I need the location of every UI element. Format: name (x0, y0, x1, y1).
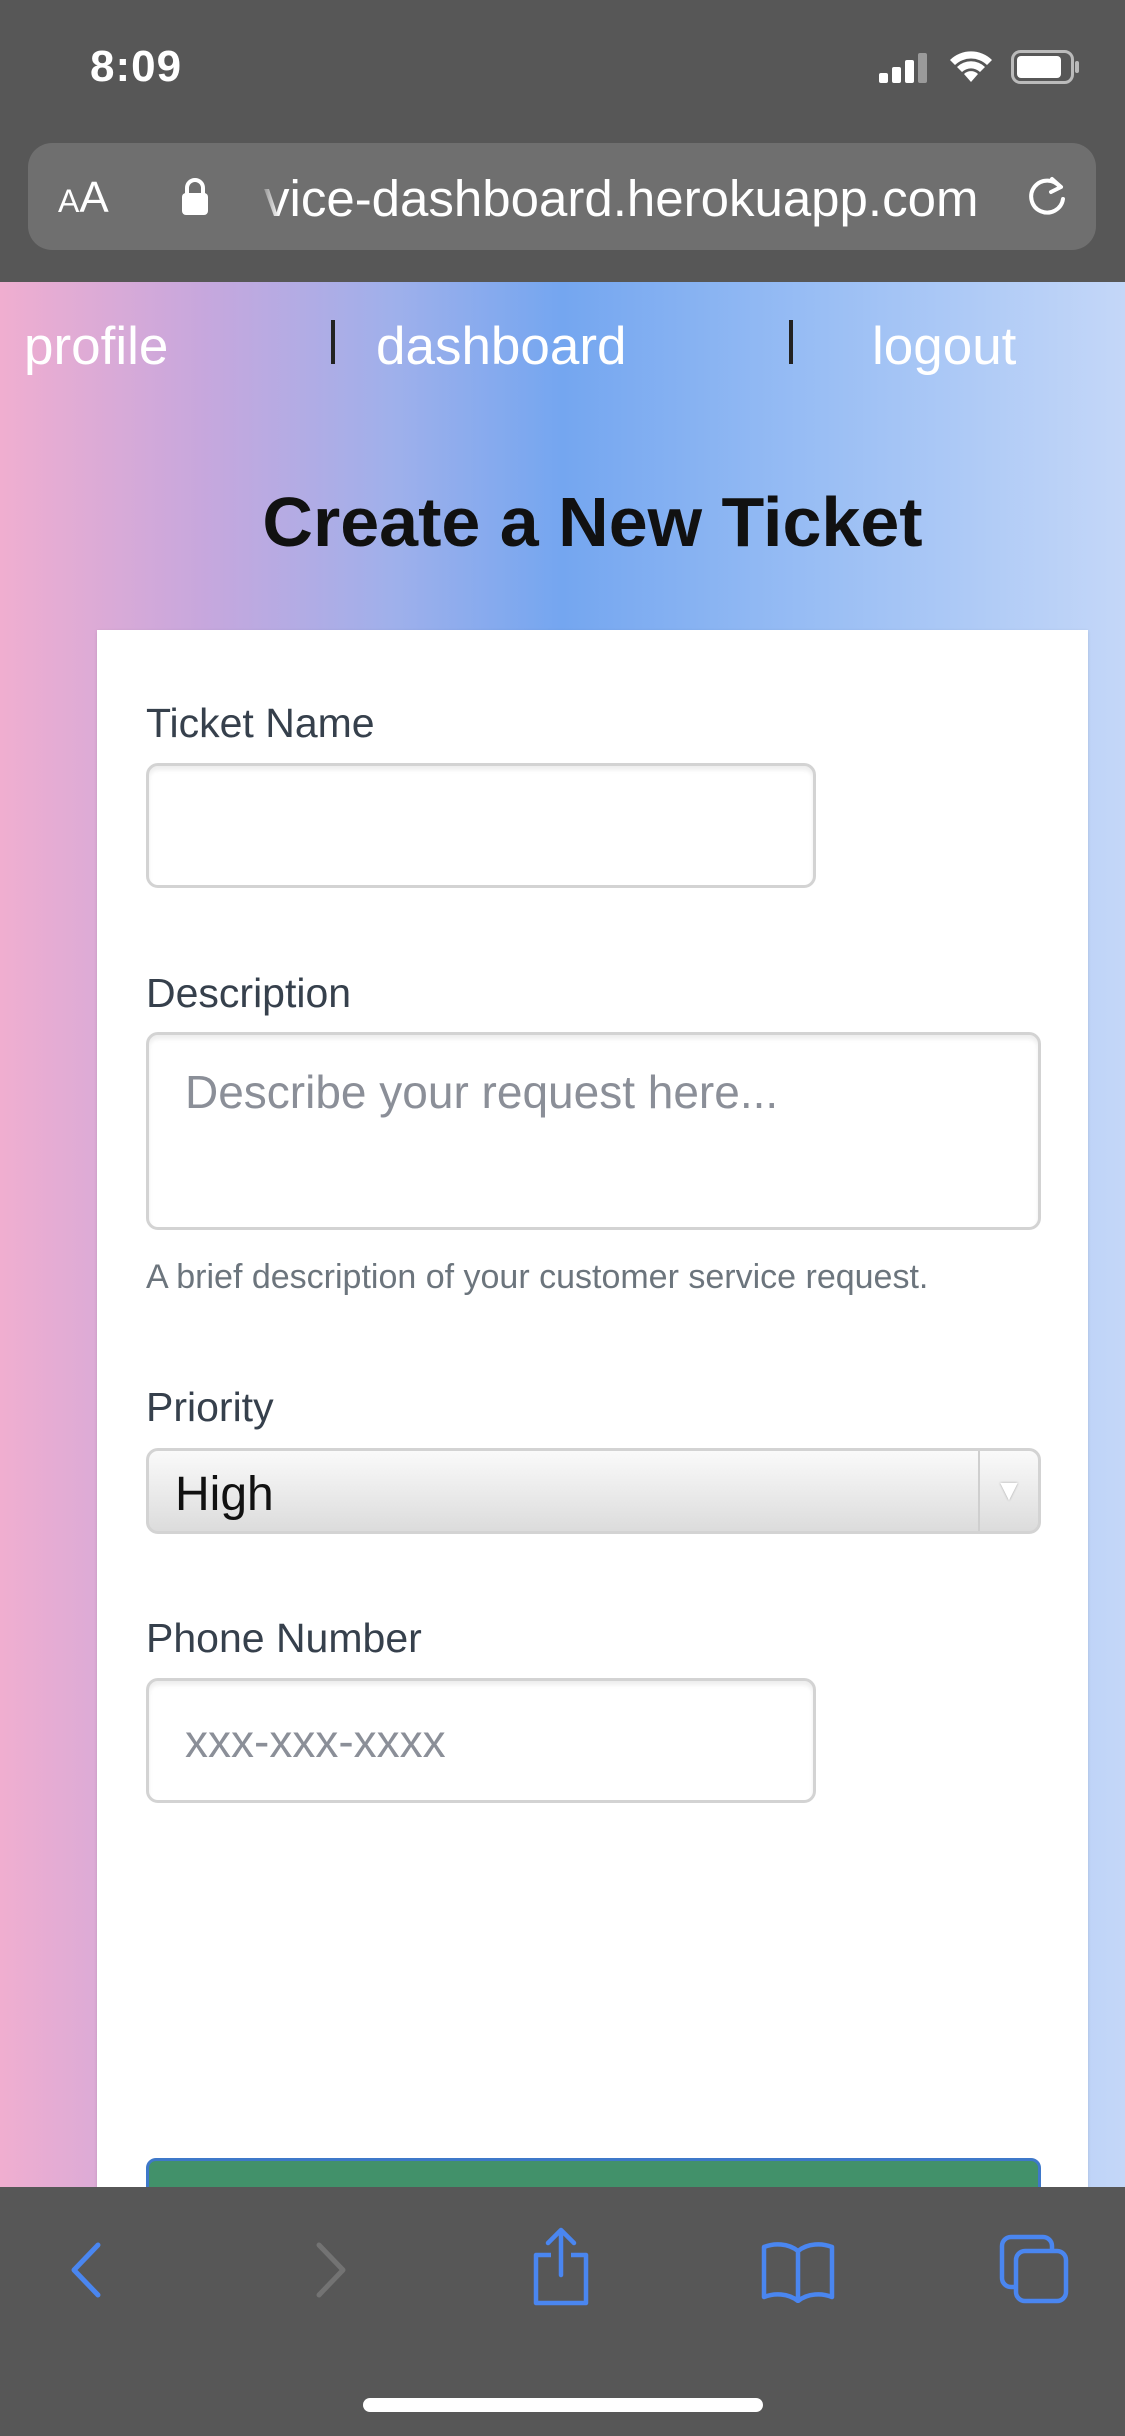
lock-icon (182, 178, 208, 215)
back-icon[interactable] (62, 2235, 112, 2305)
bookmarks-icon[interactable] (760, 2239, 836, 2303)
url-text[interactable]: vice-dashboard.herokuapp.com (264, 169, 1004, 228)
nav-logout-link[interactable]: logout (872, 316, 1016, 377)
top-nav: profile dashboard logout (0, 282, 1125, 412)
ticket-name-label: Ticket Name (146, 700, 375, 746)
nav-separator (331, 320, 335, 364)
text-size-button[interactable]: AA (58, 173, 109, 223)
forward-icon[interactable] (305, 2235, 355, 2305)
home-indicator[interactable] (363, 2398, 763, 2412)
description-textarea[interactable] (146, 1032, 1041, 1230)
wifi-icon (950, 51, 992, 82)
phone-number-input[interactable] (146, 1678, 816, 1803)
address-bar[interactable]: AA vice-dashboard.herokuapp.com (28, 143, 1096, 250)
nav-dashboard-link[interactable]: dashboard (376, 316, 626, 377)
share-icon[interactable] (530, 2227, 592, 2307)
signal-icon (879, 53, 927, 83)
status-bar: 8:09 (0, 0, 1125, 135)
text-size-small-label: A (58, 183, 80, 219)
priority-selected-value: High (175, 1468, 274, 1521)
nav-separator (789, 320, 793, 364)
description-help-text: A brief description of your customer ser… (146, 1258, 929, 1296)
description-label: Description (146, 970, 352, 1016)
status-time: 8:09 (90, 42, 183, 91)
web-page: profile dashboard logout Create a New Ti… (0, 282, 1125, 2343)
url-fade (258, 163, 280, 229)
ticket-form-card: Ticket Name Description A brief descript… (97, 630, 1088, 2343)
text-size-large-label: A (79, 173, 109, 222)
phone-number-label: Phone Number (146, 1615, 422, 1661)
nav-profile-link[interactable]: profile (24, 316, 168, 377)
tabs-icon[interactable] (998, 2233, 1070, 2305)
battery-icon (1011, 50, 1079, 84)
priority-label: Priority (146, 1384, 274, 1430)
chevron-down-icon: ▼ (978, 1451, 1038, 1531)
ticket-name-input[interactable] (146, 763, 816, 888)
page-title: Create a New Ticket (262, 483, 923, 561)
status-icons (879, 50, 1081, 84)
reload-icon[interactable] (1022, 171, 1072, 221)
priority-select[interactable]: High ▼ (146, 1448, 1041, 1534)
